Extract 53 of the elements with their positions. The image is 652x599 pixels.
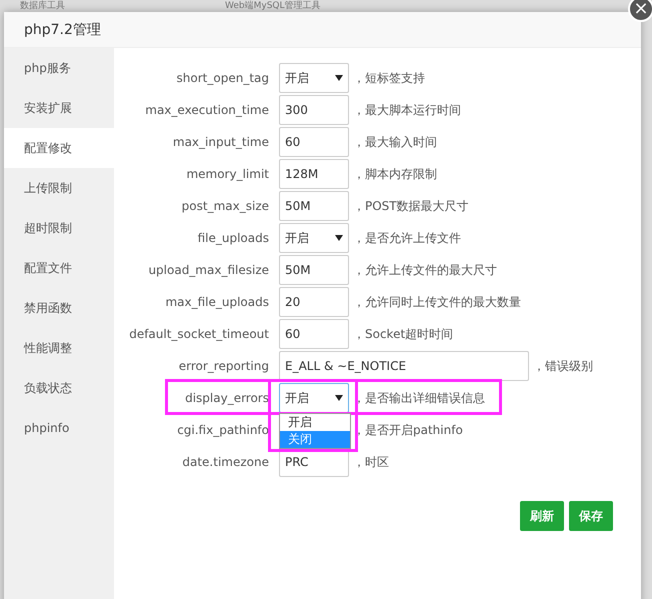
dialog-title: php7.2管理 xyxy=(24,20,101,38)
setting-note: ，允许上传文件的最大尺寸 xyxy=(353,262,497,278)
sidebar-item[interactable]: 超时限制 xyxy=(4,208,114,248)
background-text: 数据库工具 xyxy=(20,0,65,12)
background-text: Web端MySQL管理工具 xyxy=(225,0,321,12)
setting-note: ，是否输出详细错误信息 xyxy=(353,390,485,406)
setting-label: upload_max_filesize xyxy=(147,263,269,277)
setting-label: memory_limit xyxy=(185,167,269,181)
setting-label: file_uploads xyxy=(196,231,269,245)
setting-label: max_input_time xyxy=(172,135,269,149)
setting-note: ，是否开启pathinfo xyxy=(353,422,463,438)
setting-label: default_socket_timeout xyxy=(128,327,269,341)
input-field[interactable]: 20 xyxy=(279,287,349,317)
input-field[interactable]: 60 xyxy=(279,127,349,157)
setting-note: ，短标签支持 xyxy=(353,70,425,86)
sidebar-item[interactable]: 配置修改 xyxy=(4,128,114,168)
select-field[interactable]: 开启 xyxy=(279,223,349,253)
setting-note: ，时区 xyxy=(353,454,389,470)
setting-note: ，脚本内存限制 xyxy=(353,166,437,182)
sidebar-item[interactable]: 负载状态 xyxy=(4,368,114,408)
sidebar-item[interactable]: 配置文件 xyxy=(4,248,114,288)
caret-icon xyxy=(335,395,343,401)
setting-label: error_reporting xyxy=(178,359,269,373)
setting-label: post_max_size xyxy=(180,199,269,213)
setting-note: ，Socket超时时间 xyxy=(353,326,454,342)
setting-note: ，错误级别 xyxy=(533,358,593,374)
setting-note: ，是否允许上传文件 xyxy=(353,230,461,246)
setting-note: ，允许同时上传文件的最大数量 xyxy=(353,294,521,310)
input-field[interactable]: 50M xyxy=(279,255,349,285)
select-field[interactable]: 开启 xyxy=(279,63,349,93)
setting-label: max_execution_time xyxy=(144,103,269,117)
sidebar-item[interactable]: 安装扩展 xyxy=(4,88,114,128)
setting-note: ，POST数据最大尺寸 xyxy=(353,198,469,214)
setting-label: cgi.fix_pathinfo xyxy=(176,423,269,437)
input-field[interactable]: 128M xyxy=(279,159,349,189)
input-field[interactable]: 60 xyxy=(279,319,349,349)
sidebar-item[interactable]: 禁用函数 xyxy=(4,288,114,328)
setting-note: ，最大脚本运行时间 xyxy=(353,102,461,118)
close-button[interactable]: × xyxy=(628,0,652,22)
setting-note: ，最大输入时间 xyxy=(353,134,437,150)
setting-label: display_errors xyxy=(184,391,269,405)
input-field[interactable]: 50M xyxy=(279,191,349,221)
input-field[interactable]: E_ALL & ~E_NOTICE xyxy=(279,351,529,381)
sidebar-item[interactable]: 上传限制 xyxy=(4,168,114,208)
setting-label: date.timezone xyxy=(181,455,269,469)
setting-label: max_file_uploads xyxy=(164,295,269,309)
sidebar-item[interactable]: phpinfo xyxy=(4,408,114,448)
sidebar-item[interactable]: php服务 xyxy=(4,48,114,88)
caret-icon xyxy=(335,235,343,241)
sidebar-item[interactable]: 性能调整 xyxy=(4,328,114,368)
setting-label: short_open_tag xyxy=(176,71,269,85)
input-field[interactable]: 300 xyxy=(279,95,349,125)
caret-icon xyxy=(335,75,343,81)
